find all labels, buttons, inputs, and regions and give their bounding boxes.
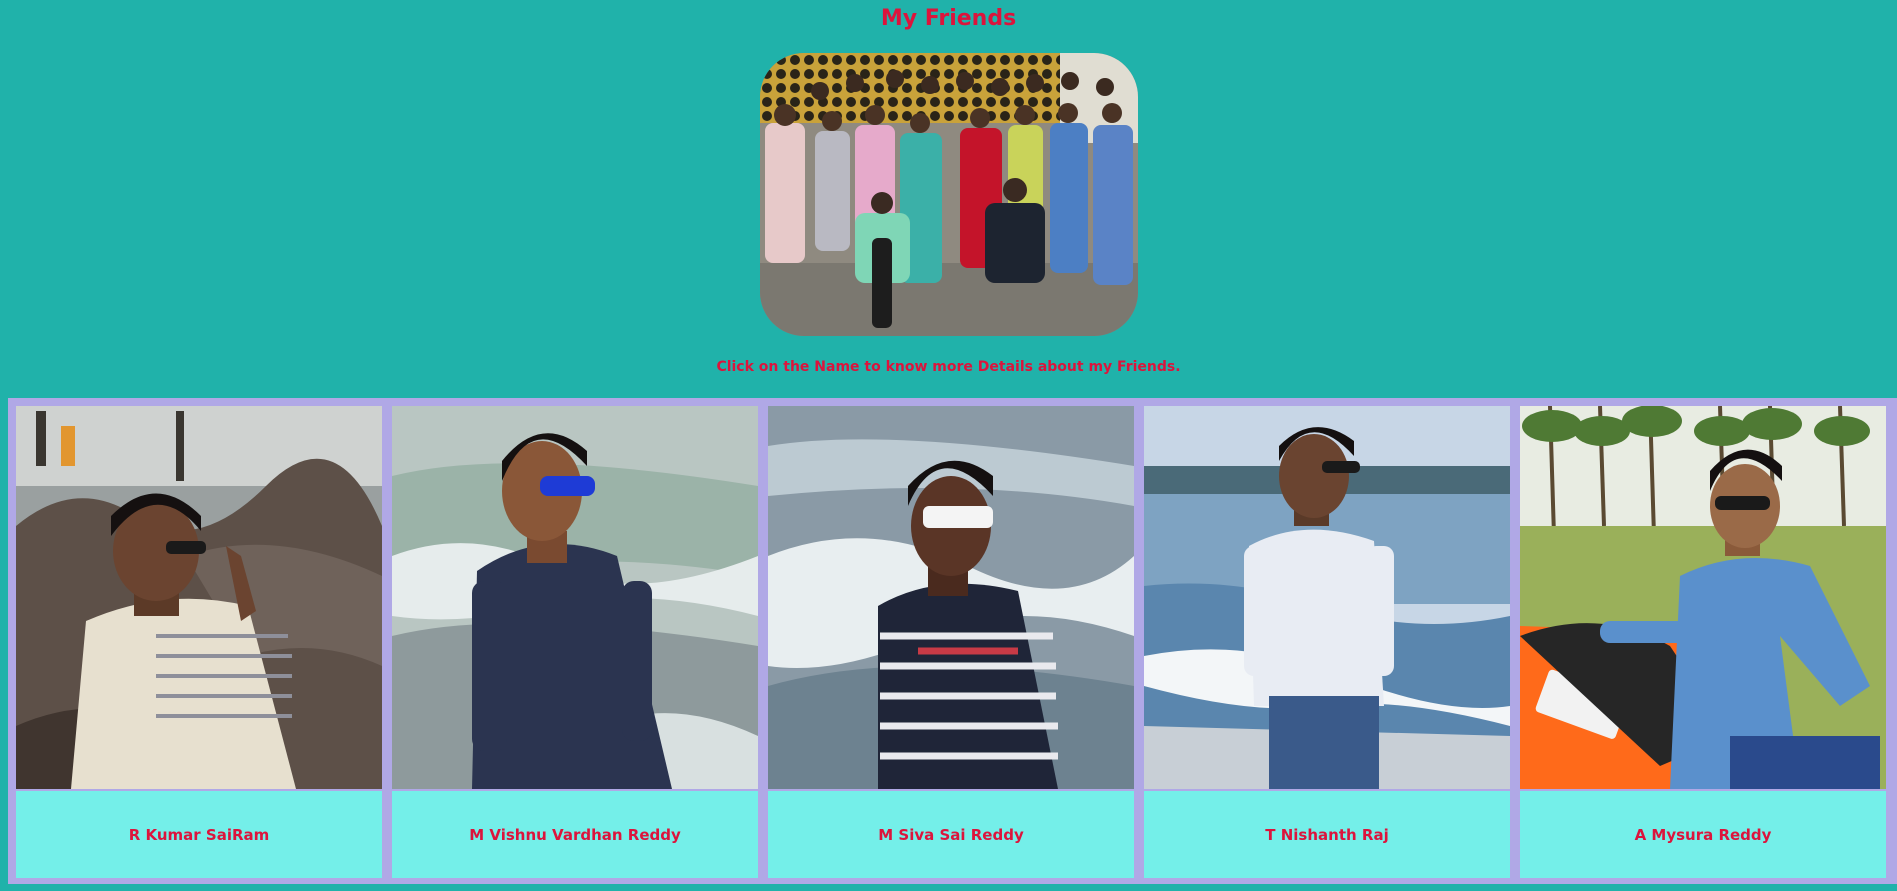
- name-box: M Vishnu Vardhan Reddy: [392, 791, 758, 878]
- friends-grid: R Kumar SaiRam M Vishnu Vardhan Reddy M …: [8, 398, 1897, 884]
- group-photo: [760, 53, 1138, 336]
- friend-name-link[interactable]: M Vishnu Vardhan Reddy: [469, 826, 681, 844]
- page-title: My Friends: [880, 6, 1017, 31]
- friend-name-link[interactable]: A Mysura Reddy: [1635, 826, 1772, 844]
- instructions-text: Click on the Name to know more Details a…: [716, 359, 1181, 375]
- friend-name-link[interactable]: R Kumar SaiRam: [129, 826, 270, 844]
- friend-photo: [392, 406, 758, 789]
- friend-name-link[interactable]: T Nishanth Raj: [1265, 826, 1388, 844]
- name-box: R Kumar SaiRam: [16, 791, 382, 878]
- name-box: A Mysura Reddy: [1520, 791, 1886, 878]
- friend-card: T Nishanth Raj: [1144, 406, 1510, 878]
- friend-card: R Kumar SaiRam: [16, 406, 382, 878]
- friend-photo: [768, 406, 1134, 789]
- friend-card: M Siva Sai Reddy: [768, 406, 1134, 878]
- friend-photo: [16, 406, 382, 789]
- friend-card: A Mysura Reddy: [1520, 406, 1886, 878]
- friend-name-link[interactable]: M Siva Sai Reddy: [878, 826, 1023, 844]
- friend-photo: [1144, 406, 1510, 789]
- friend-photo: [1520, 406, 1886, 789]
- name-box: T Nishanth Raj: [1144, 791, 1510, 878]
- name-box: M Siva Sai Reddy: [768, 791, 1134, 878]
- friend-card: M Vishnu Vardhan Reddy: [392, 406, 758, 878]
